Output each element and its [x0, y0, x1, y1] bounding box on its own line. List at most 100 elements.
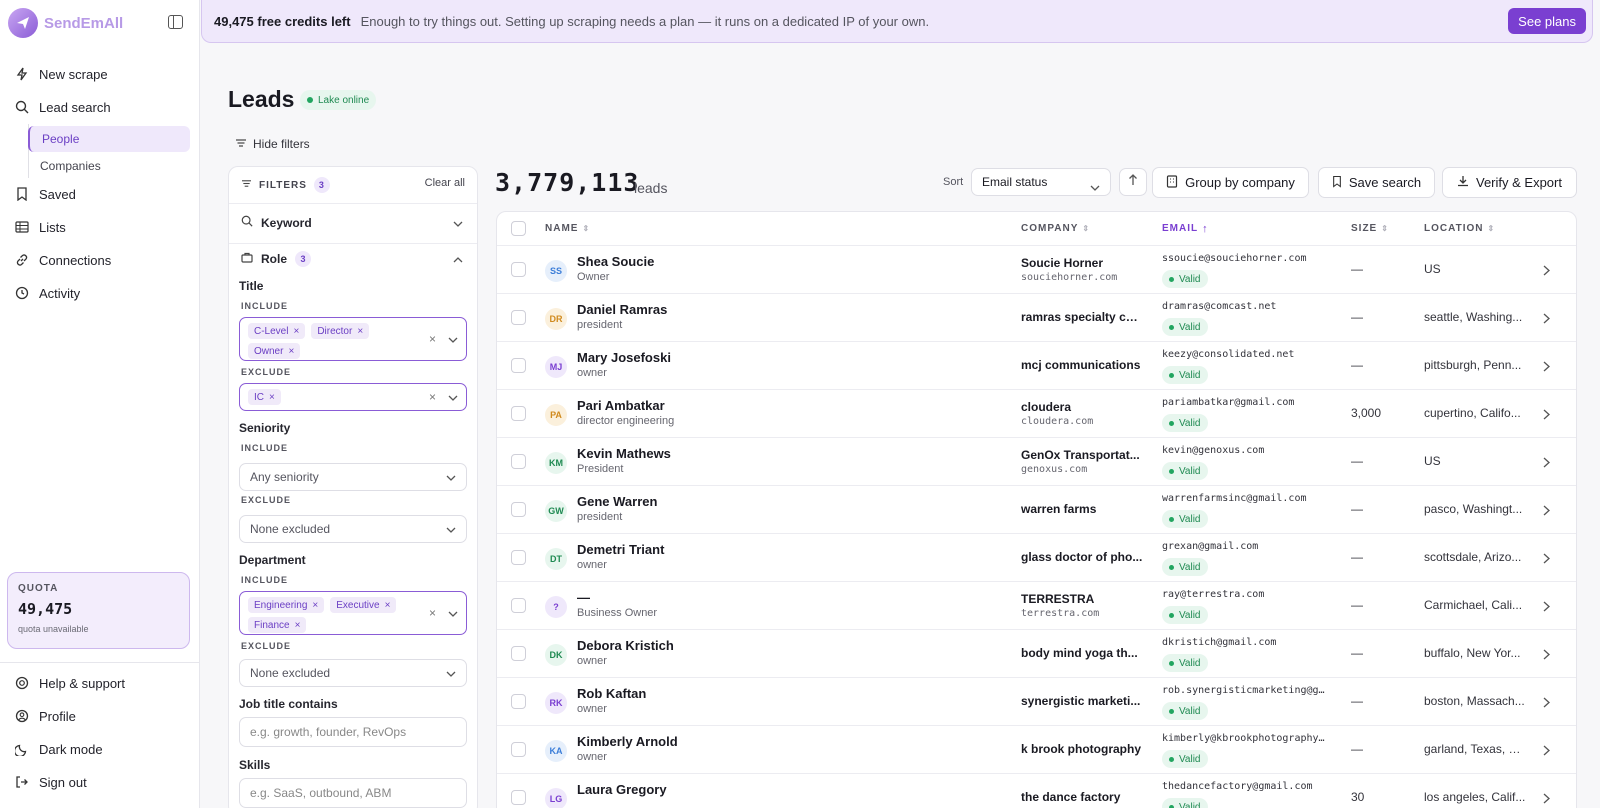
table-row[interactable]: DT Demetri Triant owner glass doctor of pho… — [497, 533, 1576, 581]
clear-field-icon[interactable]: × — [429, 332, 436, 346]
department-include-field[interactable]: Engineering × Executive × Finance × × — [239, 591, 467, 635]
row-checkbox[interactable] — [511, 262, 526, 277]
lead-name[interactable]: Laura Gregory — [577, 782, 667, 797]
remove-chip-icon[interactable]: × — [357, 326, 363, 337]
role-section-toggle[interactable]: Role 3 — [241, 251, 465, 267]
table-row[interactable]: SS Shea Soucie Owner Soucie Horner souciehor… — [497, 245, 1576, 293]
chip-owner[interactable]: Owner × — [248, 343, 301, 359]
sidebar-toggle-icon[interactable] — [168, 15, 183, 29]
lead-email[interactable]: pariambatkar@gmail.com — [1162, 397, 1328, 408]
seniority-exclude-select[interactable]: None excluded — [239, 515, 467, 543]
chip-director[interactable]: Director × — [311, 323, 370, 339]
table-row[interactable]: PA Pari Ambatkar director engineering cloud… — [497, 389, 1576, 437]
chevron-right-icon[interactable] — [1543, 551, 1550, 569]
lead-name[interactable]: Gene Warren — [577, 494, 657, 509]
lead-email[interactable]: rob.synergisticmarketing@g... — [1162, 685, 1328, 696]
column-header-name[interactable]: NAME ⇕ — [545, 212, 590, 245]
remove-chip-icon[interactable]: × — [269, 392, 275, 403]
row-checkbox[interactable] — [511, 790, 526, 805]
nav-connections[interactable]: Connections — [14, 252, 111, 268]
company-name[interactable]: glass doctor of pho... — [1021, 550, 1143, 564]
select-all-checkbox[interactable] — [511, 221, 526, 236]
chip-finance[interactable]: Finance × — [248, 617, 307, 633]
nav-new-scrape[interactable]: New scrape — [14, 66, 108, 82]
company-name[interactable]: Soucie Horner — [1021, 256, 1143, 270]
company-name[interactable]: ramras specialty co... — [1021, 310, 1143, 324]
chip-ic[interactable]: IC × — [248, 389, 281, 405]
column-header-size[interactable]: SIZE ⇕ — [1351, 212, 1389, 245]
lead-name[interactable]: Mary Josefoski — [577, 350, 671, 365]
row-checkbox[interactable] — [511, 358, 526, 373]
row-checkbox[interactable] — [511, 406, 526, 421]
chevron-right-icon[interactable] — [1543, 503, 1550, 521]
lead-name[interactable]: — — [577, 590, 590, 605]
lead-email[interactable]: warrenfarmsinc@gmail.com — [1162, 493, 1328, 504]
keyword-section-toggle[interactable]: Keyword — [241, 215, 465, 230]
company-name[interactable]: GenOx Transportat... — [1021, 448, 1143, 462]
remove-chip-icon[interactable]: × — [293, 326, 299, 337]
company-name[interactable]: warren farms — [1021, 502, 1143, 516]
lead-name[interactable]: Kevin Mathews — [577, 446, 671, 461]
nav-profile[interactable]: Profile — [14, 708, 76, 724]
subnav-people[interactable]: People — [28, 126, 190, 152]
title-include-field[interactable]: C-Level × Director × Owner × × — [239, 317, 467, 361]
skills-input[interactable]: e.g. SaaS, outbound, ABM — [239, 778, 467, 808]
lead-email[interactable]: keezy@consolidated.net — [1162, 349, 1328, 360]
brand[interactable]: SendEmAll — [8, 8, 123, 38]
chevron-down-icon[interactable] — [448, 604, 458, 622]
table-row[interactable]: KA Kimberly Arnold owner k brook photograph… — [497, 725, 1576, 773]
nav-saved[interactable]: Saved — [14, 186, 76, 202]
nav-help[interactable]: Help & support — [14, 675, 125, 691]
hide-filters-button[interactable]: Hide filters — [235, 137, 310, 151]
group-by-company-button[interactable]: Group by company — [1152, 167, 1309, 198]
chevron-right-icon[interactable] — [1543, 791, 1550, 808]
chevron-down-icon[interactable] — [448, 388, 458, 406]
company-name[interactable]: k brook photography — [1021, 742, 1143, 756]
column-header-company[interactable]: COMPANY ⇕ — [1021, 212, 1090, 245]
lead-name[interactable]: Pari Ambatkar — [577, 398, 665, 413]
lead-name[interactable]: Shea Soucie — [577, 254, 654, 269]
lead-email[interactable]: kimberly@kbrookphotography... — [1162, 733, 1328, 744]
lead-email[interactable]: dramras@comcast.net — [1162, 301, 1328, 312]
company-name[interactable]: body mind yoga th... — [1021, 646, 1143, 660]
chevron-right-icon[interactable] — [1543, 743, 1550, 761]
company-name[interactable]: TERRESTRA — [1021, 592, 1143, 606]
job-title-input[interactable]: e.g. growth, founder, RevOps — [239, 717, 467, 747]
chip-executive[interactable]: Executive × — [330, 597, 397, 613]
lead-email[interactable]: ray@terrestra.com — [1162, 589, 1328, 600]
chevron-right-icon[interactable] — [1543, 311, 1550, 329]
nav-lead-search[interactable]: Lead search — [14, 99, 111, 115]
lead-email[interactable]: dkristich@gmail.com — [1162, 637, 1328, 648]
column-header-email[interactable]: EMAIL ↑ — [1162, 212, 1209, 245]
chevron-right-icon[interactable] — [1543, 647, 1550, 665]
row-checkbox[interactable] — [511, 694, 526, 709]
lead-name[interactable]: Kimberly Arnold — [577, 734, 678, 749]
table-row[interactable]: MJ Mary Josefoski owner mcj communications k… — [497, 341, 1576, 389]
chevron-right-icon[interactable] — [1543, 695, 1550, 713]
table-row[interactable]: LG Laura Gregory the dance factory thedance… — [497, 773, 1576, 808]
row-checkbox[interactable] — [511, 598, 526, 613]
sort-direction-button[interactable] — [1119, 168, 1147, 196]
row-checkbox[interactable] — [511, 454, 526, 469]
lead-name[interactable]: Demetri Triant — [577, 542, 664, 557]
remove-chip-icon[interactable]: × — [288, 346, 294, 357]
nav-dark-mode[interactable]: Dark mode — [14, 741, 103, 757]
remove-chip-icon[interactable]: × — [295, 620, 301, 631]
chevron-right-icon[interactable] — [1543, 359, 1550, 377]
table-row[interactable]: GW Gene Warren president warren farms warren… — [497, 485, 1576, 533]
company-name[interactable]: synergistic marketi... — [1021, 694, 1143, 708]
nav-lists[interactable]: Lists — [14, 219, 66, 235]
lead-email[interactable]: thedancefactory@gmail.com — [1162, 781, 1328, 792]
row-checkbox[interactable] — [511, 502, 526, 517]
table-row[interactable]: DK Debora Kristich owner body mind yoga th.… — [497, 629, 1576, 677]
clear-all-button[interactable]: Clear all — [425, 177, 465, 189]
chevron-right-icon[interactable] — [1543, 263, 1550, 281]
remove-chip-icon[interactable]: × — [312, 600, 318, 611]
see-plans-button[interactable]: See plans — [1508, 8, 1586, 34]
lead-name[interactable]: Debora Kristich — [577, 638, 674, 653]
verify-export-button[interactable]: Verify & Export — [1442, 167, 1577, 198]
company-name[interactable]: cloudera — [1021, 400, 1143, 414]
company-name[interactable]: mcj communications — [1021, 358, 1143, 372]
save-search-button[interactable]: Save search — [1318, 167, 1435, 198]
lead-email[interactable]: grexan@gmail.com — [1162, 541, 1328, 552]
